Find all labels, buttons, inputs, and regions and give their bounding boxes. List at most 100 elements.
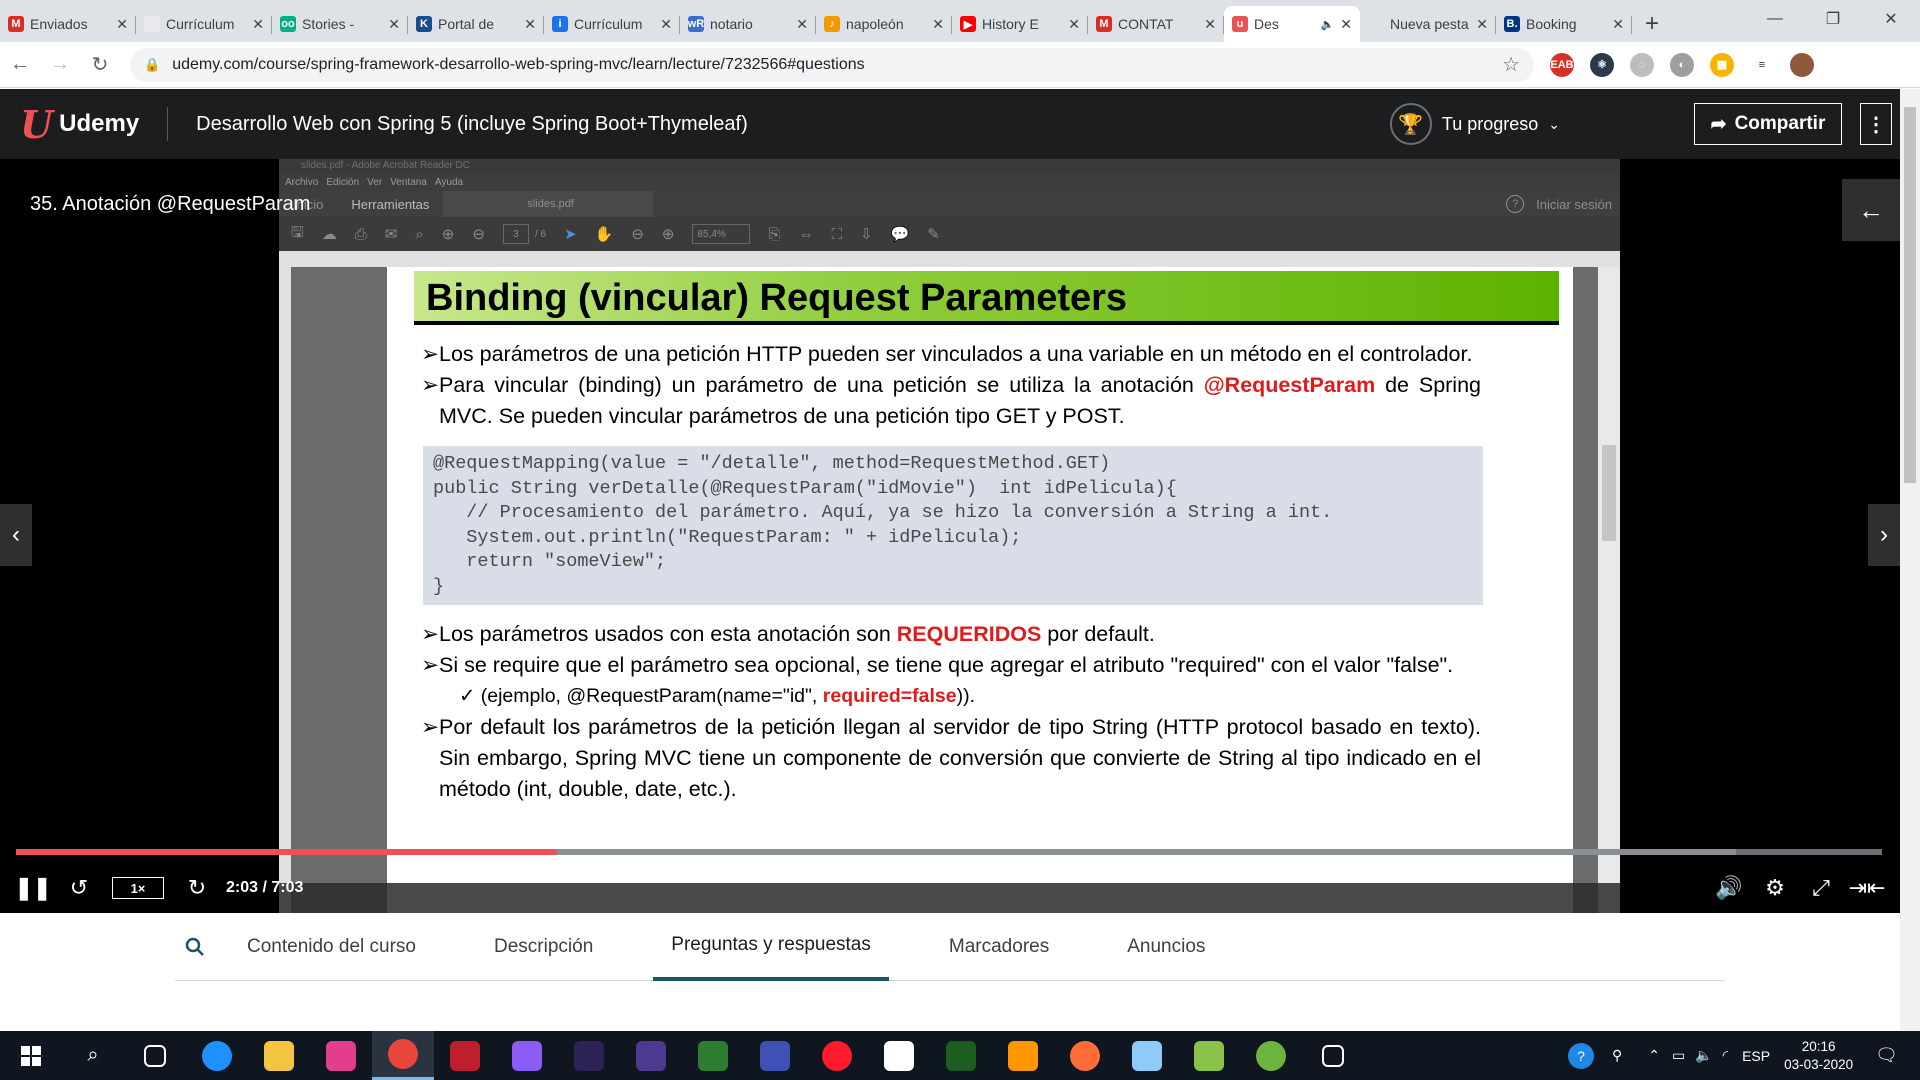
start-button[interactable] — [0, 1031, 62, 1080]
forward-button[interactable]: → — [40, 47, 80, 83]
close-tab-icon[interactable]: ✕ — [388, 16, 400, 33]
page-scrollbar[interactable] — [1900, 89, 1920, 1031]
audio-icon[interactable]: 🔈 — [1321, 18, 1335, 31]
colorful-grid-icon[interactable]: ▦ — [1710, 52, 1734, 77]
close-tab-icon[interactable]: ✕ — [116, 16, 128, 33]
taskbar-app[interactable] — [806, 1031, 868, 1080]
fullscreen-button[interactable]: ⤢ — [1798, 868, 1844, 908]
course-tab[interactable]: Preguntas y respuestas — [653, 913, 889, 981]
react-icon[interactable]: ⚛ — [1590, 52, 1614, 77]
close-tab-icon[interactable]: ✕ — [932, 16, 944, 33]
reload-button[interactable]: ↻ — [80, 47, 120, 83]
taskbar-app[interactable] — [496, 1031, 558, 1080]
taskbar-app[interactable] — [930, 1031, 992, 1080]
close-tab-icon[interactable]: ✕ — [1612, 16, 1624, 33]
browser-tab[interactable]: M Enviados ✕ — [0, 6, 136, 42]
more-options-button[interactable]: ⋮ — [1860, 103, 1892, 145]
pause-button[interactable]: ❚❚ — [10, 868, 56, 908]
battery-icon[interactable]: ▭ — [1672, 1047, 1685, 1064]
taskbar-app[interactable] — [620, 1031, 682, 1080]
back-button[interactable]: ← — [0, 47, 40, 83]
close-tab-icon[interactable]: ✕ — [1068, 16, 1080, 33]
page-scroll-thumb[interactable] — [1904, 107, 1916, 483]
taskbar-app[interactable] — [248, 1031, 310, 1080]
browser-tab[interactable]: M CONTAT ✕ — [1088, 6, 1224, 42]
browser-tab[interactable]: Nueva pesta ✕ — [1360, 6, 1496, 42]
taskbar-app[interactable] — [1178, 1031, 1240, 1080]
close-tab-icon[interactable]: ✕ — [1340, 16, 1352, 33]
taskbar-app[interactable] — [992, 1031, 1054, 1080]
browser-tab[interactable]: K Portal de ✕ — [408, 6, 544, 42]
close-window-button[interactable]: ✕ — [1862, 0, 1920, 38]
course-title[interactable]: Desarrollo Web con Spring 5 (incluye Spr… — [196, 113, 748, 136]
previous-lecture-button[interactable]: ‹ — [0, 504, 32, 566]
browser-tab[interactable]: wR notario ✕ — [680, 6, 816, 42]
taskbar-app[interactable] — [558, 1031, 620, 1080]
course-tab[interactable]: Contenido del curso — [229, 913, 434, 981]
adblock-icon[interactable]: EAB — [1550, 52, 1574, 77]
next-lecture-button[interactable]: › — [1868, 504, 1900, 566]
course-tab[interactable]: Anuncios — [1109, 913, 1223, 981]
sidebar-toggle-button[interactable]: ← — [1842, 179, 1900, 241]
rewind-button[interactable]: ↺ — [56, 868, 102, 908]
notifications-icon[interactable]: 🗨 — [1875, 1045, 1898, 1066]
taskbar-app[interactable] — [434, 1031, 496, 1080]
taskbar-app[interactable] — [1054, 1031, 1116, 1080]
taskbar-app[interactable] — [310, 1031, 372, 1080]
browser-tab[interactable]: oo Stories - ✕ — [272, 6, 408, 42]
grey-swirl-icon[interactable]: ◐ — [1670, 52, 1694, 77]
chevron-up-icon[interactable]: ⌃ — [1648, 1047, 1660, 1064]
language-indicator[interactable]: ESP — [1742, 1048, 1770, 1064]
playback-speed-button[interactable]: 1× — [112, 877, 164, 899]
taskbar-app[interactable] — [372, 1031, 434, 1080]
clock[interactable]: 20:16 03-03-2020 — [1784, 1038, 1853, 1074]
taskbar-app[interactable] — [1116, 1031, 1178, 1080]
browser-tab[interactable]: ♪ napoleón ✕ — [816, 6, 952, 42]
browser-tab[interactable]: Currículum ✕ — [136, 6, 272, 42]
close-tab-icon[interactable]: ✕ — [660, 16, 672, 33]
taskbar-app[interactable] — [1240, 1031, 1302, 1080]
close-tab-icon[interactable]: ✕ — [252, 16, 264, 33]
search-button[interactable] — [175, 913, 215, 981]
taskbar-app[interactable] — [124, 1031, 186, 1080]
help-tray-icon[interactable]: ? — [1567, 1042, 1594, 1069]
taskbar-app[interactable] — [186, 1031, 248, 1080]
taskbar-app[interactable] — [1302, 1031, 1364, 1080]
tab-title: Nueva pesta — [1390, 16, 1469, 32]
taskbar-app[interactable] — [744, 1031, 806, 1080]
browser-tab[interactable]: u Des 🔈 ✕ — [1224, 6, 1360, 42]
close-tab-icon[interactable]: ✕ — [1476, 16, 1488, 33]
settings-button[interactable]: ⚙ — [1752, 868, 1798, 908]
people-icon[interactable]: ⚲ — [1612, 1047, 1622, 1064]
wifi-icon[interactable]: ◜ — [1723, 1047, 1728, 1064]
browser-tab[interactable]: i Currículum ✕ — [544, 6, 680, 42]
playlist-icon[interactable]: ≡ — [1750, 52, 1774, 77]
forward-button[interactable]: ↻ — [174, 868, 220, 908]
address-bar[interactable]: 🔒 udemy.com/course/spring-framework-desa… — [130, 47, 1534, 82]
theater-mode-button[interactable]: ⇥⇤ — [1844, 868, 1890, 908]
close-tab-icon[interactable]: ✕ — [1204, 16, 1216, 33]
taskbar-app[interactable] — [682, 1031, 744, 1080]
browser-tab[interactable]: B. Booking ✕ — [1496, 6, 1632, 42]
progress-dropdown[interactable]: 🏆 Tu progreso ⌄ — [1389, 103, 1560, 145]
minimize-button[interactable]: — — [1746, 0, 1804, 38]
search-button[interactable]: ⌕ — [62, 1031, 124, 1080]
close-tab-icon[interactable]: ✕ — [524, 16, 536, 33]
new-tab-button[interactable]: + — [1632, 6, 1672, 42]
video-player[interactable]: slides.pdf - Adobe Acrobat Reader DC Arc… — [0, 159, 1900, 913]
browser-tab[interactable]: ▶ History E ✕ — [952, 6, 1088, 42]
volume-button[interactable]: 🔊 — [1706, 868, 1752, 908]
avatar-icon[interactable] — [1790, 52, 1814, 77]
course-tab[interactable]: Descripción — [476, 913, 611, 981]
speaker-icon[interactable]: 🔈 — [1695, 1047, 1712, 1064]
close-tab-icon[interactable]: ✕ — [796, 16, 808, 33]
udemy-logo[interactable]: U Udemy — [20, 102, 139, 147]
taskbar-app[interactable] — [868, 1031, 930, 1080]
video-progress-bar[interactable] — [16, 849, 1882, 855]
share-button[interactable]: ➦ Compartir — [1694, 103, 1842, 145]
grey-circle-icon[interactable]: ◌ — [1630, 52, 1654, 77]
maximize-button[interactable]: ❐ — [1804, 0, 1862, 38]
course-tab[interactable]: Marcadores — [931, 913, 1067, 981]
kebab-icon: ⋮ — [1866, 113, 1886, 136]
bookmark-star-icon[interactable]: ☆ — [1502, 52, 1520, 77]
